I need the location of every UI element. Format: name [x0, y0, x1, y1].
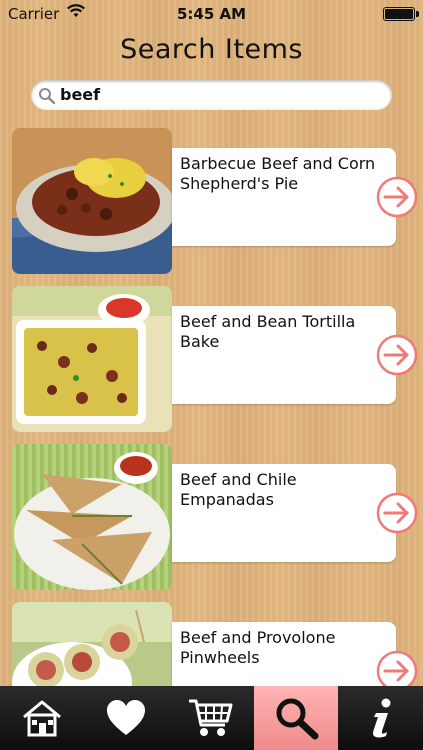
tab-bar [0, 686, 423, 750]
recipe-title: Beef and Provolone Pinwheels [180, 628, 336, 667]
page-title: Search Items [120, 34, 303, 65]
arrow-right-icon[interactable] [376, 334, 418, 380]
recipe-photo [12, 128, 172, 274]
list-item[interactable]: Beef and Provolone Pinwheels [12, 598, 423, 686]
tab-search[interactable] [254, 686, 338, 750]
recipe-title: Beef and Bean Tortilla Bake [180, 312, 356, 351]
heart-icon [105, 699, 147, 737]
home-icon [21, 698, 63, 738]
status-bar: Carrier 5:45 AM [0, 0, 423, 28]
search-icon [273, 696, 319, 740]
search-query[interactable]: beef [60, 85, 100, 104]
tab-cart[interactable] [168, 686, 252, 750]
results-list[interactable]: Barbecue Beef and Corn Shepherd's Pie Be… [0, 120, 423, 686]
tab-home[interactable] [0, 686, 84, 750]
battery-icon [383, 7, 419, 21]
status-time: 5:45 AM [176, 5, 247, 23]
info-icon [366, 697, 396, 739]
recipe-title: Barbecue Beef and Corn Shepherd's Pie [180, 154, 376, 193]
cart-icon [187, 697, 233, 739]
recipe-card[interactable]: Beef and Bean Tortilla Bake [172, 306, 396, 404]
recipe-photo [12, 444, 172, 590]
recipe-photo [12, 602, 172, 686]
arrow-right-icon[interactable] [376, 492, 418, 538]
list-item[interactable]: Beef and Bean Tortilla Bake [12, 282, 423, 432]
tab-favorites[interactable] [84, 686, 168, 750]
recipe-card[interactable]: Beef and Provolone Pinwheels [172, 622, 396, 686]
arrow-right-icon[interactable] [376, 176, 418, 222]
tab-info[interactable] [339, 686, 423, 750]
recipe-card[interactable]: Barbecue Beef and Corn Shepherd's Pie [172, 148, 396, 246]
magnifier-icon [38, 87, 56, 109]
recipe-photo [12, 286, 172, 432]
recipe-title: Beef and Chile Empanadas [180, 470, 297, 509]
recipe-card[interactable]: Beef and Chile Empanadas [172, 464, 396, 562]
arrow-right-icon[interactable] [376, 650, 418, 686]
list-item[interactable]: Barbecue Beef and Corn Shepherd's Pie [12, 124, 423, 274]
list-item[interactable]: Beef and Chile Empanadas [12, 440, 423, 590]
search-input[interactable]: beef [31, 80, 392, 110]
